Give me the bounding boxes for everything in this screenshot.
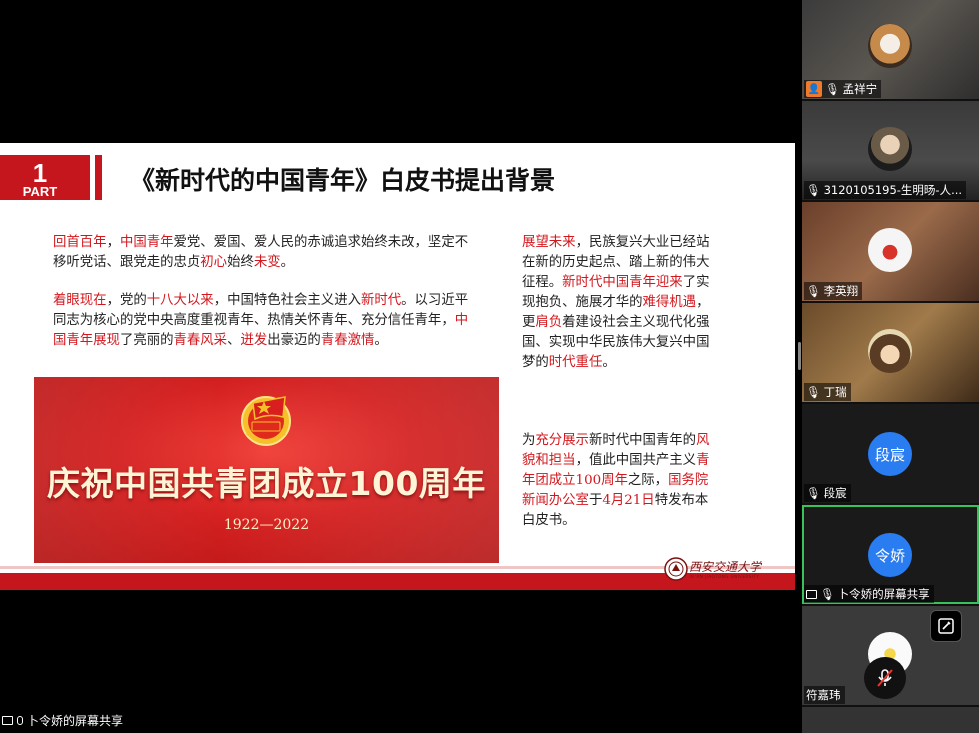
body-text: 了亮丽的 xyxy=(119,333,174,348)
body-text: ， xyxy=(106,235,120,250)
highlight-text: 着眼现在 xyxy=(53,293,107,308)
body-text: 出豪迈的 xyxy=(267,333,321,348)
body-text: 于 xyxy=(588,493,603,508)
highlight-text: 青春风采 xyxy=(173,333,228,348)
left-paragraph-1: 回首百年，中国青年爱党、爱国、爱人民的赤诚追求始终未改，坚定不移听党话、跟党走的… xyxy=(53,233,473,273)
highlight-text: 展望未来 xyxy=(522,235,576,250)
body-text: 为 xyxy=(522,433,536,448)
right-paragraph-1: 展望未来，民族复兴大业已经站在新的历史起点、踏上新的伟大征程。新时代中国青年迎来… xyxy=(522,233,714,373)
highlight-text: 新时代中国青年迎来 xyxy=(562,275,683,290)
participant-tile[interactable]: 👤 🎙 孟祥宁 xyxy=(802,0,979,99)
participant-tile[interactable]: 🎙 丁瑞 xyxy=(802,303,979,402)
host-icon: 👤 xyxy=(806,81,822,97)
microphone-icon: 🎙 xyxy=(806,385,821,399)
participant-tile-active[interactable]: 令娇 🎙 卜令娇的屏幕共享 xyxy=(802,505,979,604)
presenter-name: 卜令娇的屏幕共享 xyxy=(27,714,124,728)
participant-name: 符嘉玮 xyxy=(806,688,841,702)
university-name: 西安交通大学 xyxy=(689,560,762,574)
highlight-text: 初心 xyxy=(200,255,228,270)
body-text: 之际， xyxy=(627,473,669,488)
avatar xyxy=(868,228,912,272)
participant-tile[interactable]: 🎙 李英翔 xyxy=(802,202,979,301)
annotate-button[interactable] xyxy=(930,610,962,642)
body-text: ，党的 xyxy=(106,293,147,308)
microphone-icon: 🎙 xyxy=(806,183,821,197)
split-drag-handle[interactable] xyxy=(798,342,801,370)
participant-name: 丁瑞 xyxy=(823,385,847,399)
participant-name: 3120105195-生明旸-人... xyxy=(823,183,963,197)
banner-years: 1922—2022 xyxy=(223,517,310,533)
highlight-text: 难得机遇 xyxy=(642,295,697,310)
highlight-text: 迸发 xyxy=(240,333,268,348)
avatar xyxy=(868,127,912,171)
avatar xyxy=(868,24,912,68)
body-text: 始终 xyxy=(227,255,254,270)
highlight-text: 充分展示 xyxy=(535,433,589,448)
highlight-text: 青春激情 xyxy=(320,333,375,348)
university-name-en: XI'AN JIAOTONG UNIVERSITY xyxy=(690,574,760,579)
participant-name: 孟祥宁 xyxy=(842,82,878,96)
microphone-icon: 🎙 xyxy=(806,284,821,298)
highlight-text: 十八大以来 xyxy=(146,293,214,308)
microphone-icon: 🎙 xyxy=(820,587,835,601)
screen-share-icon xyxy=(2,716,13,725)
participant-sidebar: 👤 🎙 孟祥宁 🎙 3120105195-生明旸-人... 🎙 李英翔 🎙 丁瑞… xyxy=(802,0,979,733)
right-paragraph-2: 为充分展示新时代中国青年的风貌和担当，值此中国共产主义青年团成立100周年之际，… xyxy=(522,431,714,531)
highlight-text: 新时代 xyxy=(360,293,402,308)
screen-share-icon xyxy=(806,589,817,599)
annotate-pen-icon xyxy=(938,618,954,634)
microphone-icon: 🎙 xyxy=(806,486,821,500)
slide-title: 《新时代的中国青年》白皮书提出背景 xyxy=(130,166,556,195)
university-logo: 西安交通大学 XI'AN JIAOTONG UNIVERSITY xyxy=(662,553,772,583)
participant-tile[interactable]: 段宸 🎙 段宸 xyxy=(802,404,979,503)
youth-league-emblem-icon xyxy=(241,396,291,446)
participant-name: 李英翔 xyxy=(823,284,859,298)
body-text: 。 xyxy=(374,333,388,348)
mute-icon xyxy=(877,669,893,687)
body-text: 、 xyxy=(227,333,241,348)
avatar: 令娇 xyxy=(868,533,912,577)
highlight-text: 4月21日 xyxy=(602,493,655,508)
presentation-slide: 1 PART 《新时代的中国青年》白皮书提出背景 回首百年，中国青年爱党、爱国、… xyxy=(0,143,795,590)
microphone-icon: 🎙 xyxy=(825,82,840,96)
shared-screen-area: 1 PART 《新时代的中国青年》白皮书提出背景 回首百年，中国青年爱党、爱国、… xyxy=(0,0,802,733)
body-text: ，中国特色社会主义进入 xyxy=(213,293,361,308)
participant-tile[interactable]: 🎙 3120105195-生明旸-人... xyxy=(802,101,979,200)
banner-headline: 庆祝中国共青团成立100周年 xyxy=(47,464,486,503)
participant-name: 卜令娇的屏幕共享 xyxy=(837,587,930,601)
highlight-text: 未变 xyxy=(253,255,281,270)
title-accent-bar xyxy=(95,155,102,200)
part-word: PART xyxy=(22,184,58,199)
body-text: 。 xyxy=(280,255,295,270)
avatar xyxy=(868,329,912,373)
avatar: 段宸 xyxy=(868,432,912,476)
anniversary-banner: 庆祝中国共青团成立100周年 1922—2022 xyxy=(34,377,499,563)
participant-name: 段宸 xyxy=(823,486,847,500)
highlight-text: 回首百年 xyxy=(53,235,107,250)
body-text: 。 xyxy=(602,355,616,370)
university-seal-icon xyxy=(664,557,688,581)
highlight-text: 中国青年 xyxy=(119,235,174,250)
microphone-icon xyxy=(17,716,23,725)
highlight-text: 肩负 xyxy=(535,315,563,330)
body-text: 新时代中国青年的 xyxy=(588,433,697,448)
mute-button[interactable] xyxy=(864,657,906,699)
left-paragraph-2: 着眼现在，党的十八大以来，中国特色社会主义进入新时代。以习近平同志为核心的党中央… xyxy=(53,291,473,351)
presenter-label: 卜令娇的屏幕共享 xyxy=(2,712,123,729)
highlight-text: 时代重任 xyxy=(548,355,603,370)
body-text: ，值此中国共产主义 xyxy=(575,453,697,468)
part-badge: 1 PART xyxy=(0,155,90,200)
